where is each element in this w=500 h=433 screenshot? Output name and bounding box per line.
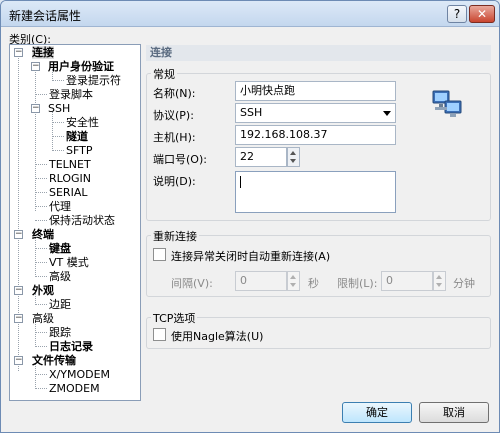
interval-input[interactable]: 0 (235, 271, 287, 291)
limit-label: 限制(L): (337, 277, 378, 290)
spin-down-icon (290, 159, 296, 163)
tree-item-serial[interactable]: SERIAL (49, 186, 87, 200)
category-tree[interactable]: − 连接 − 用户身份验证 登录提示符 登录脚本 − SSH 安全性 隧道 SF… (9, 44, 141, 401)
tree-item-xymodem[interactable]: X/YMODEM (49, 368, 110, 382)
tree-line (35, 388, 47, 389)
description-label: 说明(D): (153, 175, 196, 188)
tree-line (35, 332, 47, 333)
collapse-icon[interactable]: − (14, 356, 23, 365)
name-input[interactable]: 小明快点跑 (235, 81, 396, 101)
tree-item-zmodem[interactable]: ZMODEM (49, 382, 100, 396)
tree-line (52, 122, 64, 123)
tree-line (35, 374, 47, 375)
protocol-value: SSH (240, 106, 263, 119)
seconds-unit: 秒 (308, 277, 319, 290)
reconnect-group-title: 重新连接 (151, 228, 199, 244)
tree-line (52, 111, 53, 149)
title-bar: 新建会话属性 ? ✕ (1, 1, 499, 27)
minutes-unit: 分钟 (453, 277, 475, 290)
spin-down-icon (290, 283, 296, 287)
tree-line (35, 178, 47, 179)
network-computers-icon (432, 90, 462, 117)
host-label: 主机(H): (153, 131, 196, 144)
tree-item-file-transfer[interactable]: 文件传输 (32, 354, 76, 368)
tree-item-advanced[interactable]: 高级 (32, 312, 54, 326)
limit-input[interactable]: 0 (381, 271, 433, 291)
limit-spinner[interactable] (433, 271, 446, 291)
tree-item-terminal-advanced[interactable]: 高级 (49, 270, 71, 284)
tree-item-login-prompts[interactable]: 登录提示符 (66, 74, 121, 88)
tree-item-margins[interactable]: 边距 (49, 298, 71, 312)
help-button[interactable]: ? (447, 5, 467, 23)
tree-item-security[interactable]: 安全性 (66, 116, 99, 130)
tree-item-vt-mode[interactable]: VT 模式 (49, 256, 89, 270)
tree-item-terminal[interactable]: 终端 (32, 228, 54, 242)
tree-item-connection[interactable]: 连接 (32, 46, 54, 60)
tree-item-keyboard[interactable]: 键盘 (49, 242, 71, 256)
tree-line (52, 150, 64, 151)
tree-item-rlogin[interactable]: RLOGIN (49, 172, 91, 186)
name-label: 名称(N): (153, 87, 196, 100)
tree-line (35, 346, 47, 347)
port-spinner[interactable] (287, 147, 300, 167)
session-properties-dialog: 新建会话属性 ? ✕ 类别(C): − 连接 − 用户身份验证 登录提示符 登录… (0, 0, 500, 433)
tree-item-login-scripts[interactable]: 登录脚本 (49, 88, 93, 102)
nagle-label: 使用Nagle算法(U) (171, 330, 264, 343)
dropdown-arrow-icon (383, 111, 391, 116)
tree-item-logging[interactable]: 日志记录 (49, 340, 93, 354)
tree-item-sftp[interactable]: SFTP (66, 144, 92, 158)
collapse-icon[interactable]: − (14, 314, 23, 323)
tree-line (35, 69, 36, 211)
collapse-icon[interactable]: − (14, 286, 23, 295)
tree-item-telnet[interactable]: TELNET (49, 158, 91, 172)
tree-item-appearance[interactable]: 外观 (32, 284, 54, 298)
panel-header: 连接 (146, 45, 491, 61)
port-input[interactable]: 22 (235, 147, 287, 167)
tree-line (35, 248, 47, 249)
cancel-button[interactable]: 取消 (419, 402, 489, 423)
tree-line (35, 262, 47, 263)
tree-item-trace[interactable]: 跟踪 (49, 326, 71, 340)
tcp-group-title: TCP选项 (151, 310, 198, 326)
collapse-icon[interactable]: − (31, 62, 40, 71)
tree-line (35, 206, 47, 207)
tree-line (35, 220, 47, 221)
ok-button[interactable]: 确定 (342, 402, 412, 423)
tree-line (35, 276, 47, 277)
collapse-icon[interactable]: − (31, 104, 40, 113)
tree-line (35, 94, 47, 95)
tree-line (35, 164, 47, 165)
interval-spinner[interactable] (287, 271, 300, 291)
tree-item-proxy[interactable]: 代理 (49, 200, 71, 214)
port-label: 端口号(O): (153, 153, 207, 166)
collapse-icon[interactable]: − (14, 48, 23, 57)
tree-line (52, 136, 64, 137)
close-button[interactable]: ✕ (469, 5, 495, 23)
description-textarea[interactable] (235, 171, 396, 213)
tree-line (35, 237, 36, 275)
collapse-icon[interactable]: − (14, 230, 23, 239)
host-input[interactable]: 192.168.108.37 (235, 125, 396, 145)
spin-up-icon (436, 275, 442, 279)
tree-line (35, 304, 47, 305)
auto-reconnect-label: 连接异常关闭时自动重新连接(A) (171, 250, 331, 263)
nagle-checkbox[interactable] (153, 328, 166, 341)
tree-item-keep-alive[interactable]: 保持活动状态 (49, 214, 115, 228)
text-caret (240, 176, 241, 188)
interval-label: 间隔(V): (171, 277, 213, 290)
auto-reconnect-checkbox[interactable] (153, 248, 166, 261)
window-title: 新建会话属性 (9, 9, 82, 23)
tree-line (52, 80, 64, 81)
tree-item-ssh[interactable]: SSH (48, 102, 70, 116)
protocol-select[interactable]: SSH (235, 103, 396, 123)
spin-down-icon (436, 283, 442, 287)
spin-up-icon (290, 151, 296, 155)
tree-line (18, 55, 19, 371)
spin-up-icon (290, 275, 296, 279)
tree-item-authentication[interactable]: 用户身份验证 (48, 60, 114, 74)
tree-line (35, 192, 47, 193)
tree-item-tunneling[interactable]: 隧道 (66, 130, 88, 144)
general-group-title: 常规 (151, 66, 177, 82)
protocol-label: 协议(P): (153, 109, 194, 122)
